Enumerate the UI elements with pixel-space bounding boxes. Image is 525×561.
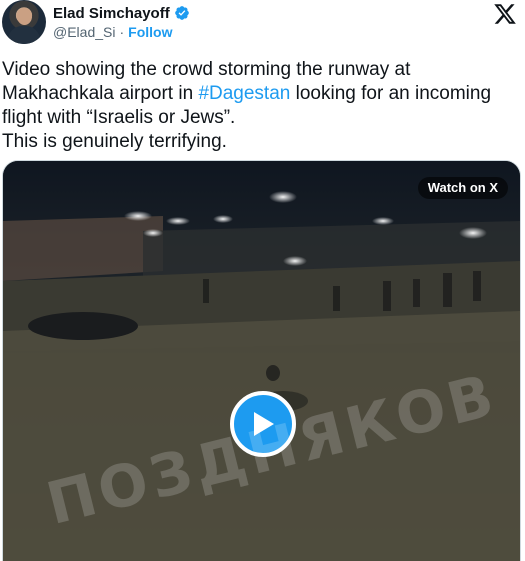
avatar[interactable]: [2, 0, 46, 44]
x-logo-icon[interactable]: [492, 2, 518, 26]
verified-badge-icon: [174, 6, 189, 20]
tweet-text: Video showing the crowd storming the run…: [2, 58, 514, 154]
tweet-line: flight with “Israelis or Jews”.: [2, 107, 236, 128]
watch-on-x-button[interactable]: Watch on X: [417, 177, 508, 199]
author-handle[interactable]: @Elad_Si: [53, 24, 115, 40]
author-line: Elad Simchayoff: [53, 3, 190, 23]
follow-button[interactable]: Follow: [128, 24, 172, 40]
separator-dot: ·: [119, 24, 125, 40]
tweet-line: Video showing the crowd storming the run…: [2, 59, 411, 80]
tweet-header: Elad Simchayoff @Elad_Si · Follow: [0, 0, 525, 56]
handle-line: @Elad_Si · Follow: [53, 24, 172, 40]
hashtag-link[interactable]: #Dagestan: [198, 83, 290, 104]
tweet-line: Makhachkala airport in #Dagestan looking…: [2, 83, 492, 104]
tweet-line: This is genuinely terrifying.: [2, 131, 227, 152]
author-name[interactable]: Elad Simchayoff: [53, 5, 170, 22]
